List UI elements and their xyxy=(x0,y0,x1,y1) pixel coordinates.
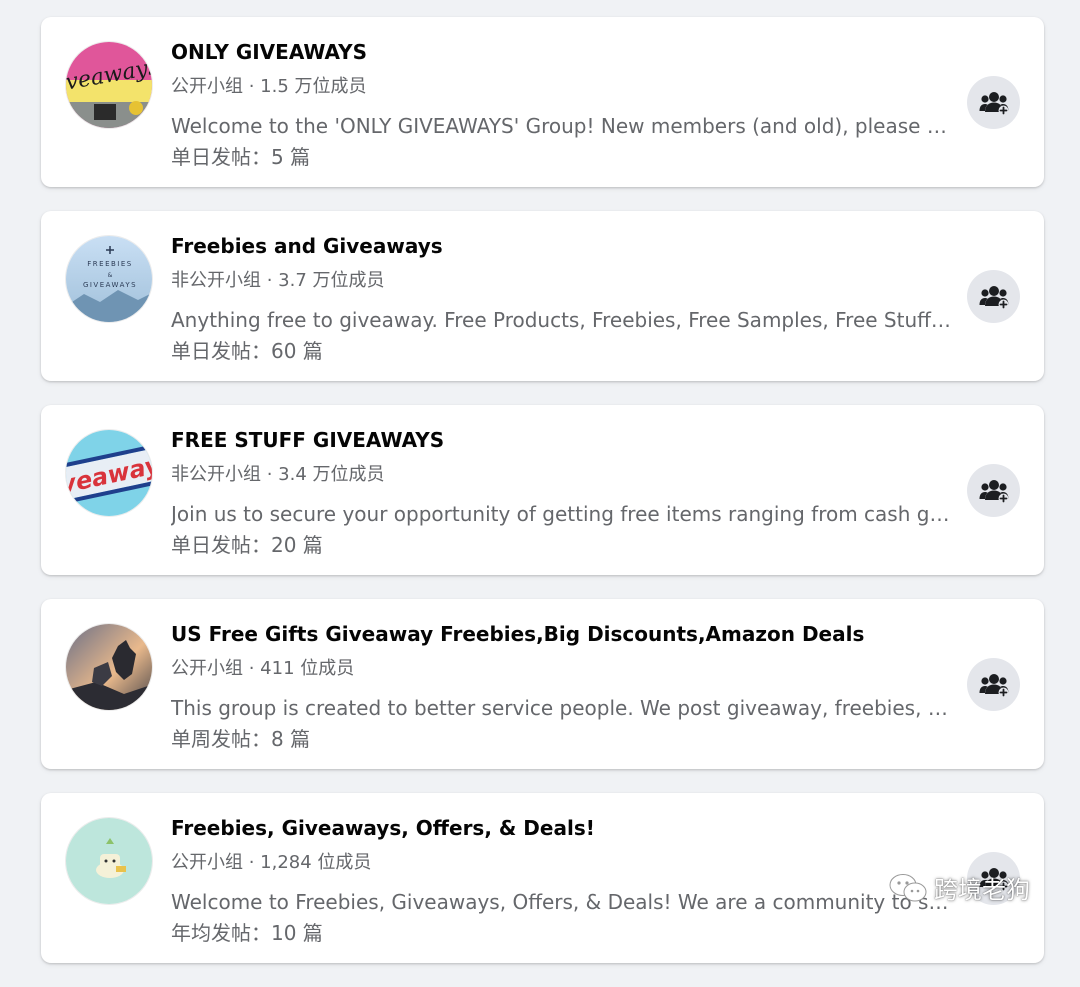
group-card[interactable]: veaway FREE STUFF GIVEAWAYS 非公开小组 · 3.4 … xyxy=(41,405,1044,575)
group-meta: 公开小组 · 411 位成员 xyxy=(171,658,355,679)
join-group-button[interactable] xyxy=(967,76,1020,129)
watermark-text: 跨境老狗 xyxy=(934,876,1030,904)
group-description: Anything free to giveaway. Free Products… xyxy=(171,308,951,332)
group-avatar[interactable] xyxy=(65,817,153,905)
group-name[interactable]: Freebies, Giveaways, Offers, & Deals! xyxy=(171,816,595,840)
group-post-frequency: 单日发帖：5 篇 xyxy=(171,145,311,169)
people-add-icon xyxy=(979,91,1008,115)
join-group-button[interactable] xyxy=(967,658,1020,711)
join-group-button[interactable] xyxy=(967,270,1020,323)
group-post-frequency: 年均发帖：10 篇 xyxy=(171,921,323,945)
group-avatar[interactable]: veaway xyxy=(65,429,153,517)
group-name[interactable]: ONLY GIVEAWAYS xyxy=(171,40,367,64)
group-description: Welcome to the 'ONLY GIVEAWAYS' Group! N… xyxy=(171,114,951,138)
group-avatar[interactable] xyxy=(65,623,153,711)
group-card[interactable]: FREEBIES & GIVEAWAYS Freebies and Giveaw… xyxy=(41,211,1044,381)
svg-text:GIVEAWAYS: GIVEAWAYS xyxy=(83,281,137,289)
group-post-frequency: 单日发帖：20 篇 xyxy=(171,533,323,557)
group-description: Welcome to Freebies, Giveaways, Offers, … xyxy=(171,890,951,914)
group-post-frequency: 单日发帖：60 篇 xyxy=(171,339,323,363)
group-description: This group is created to better service … xyxy=(171,696,951,720)
watermark: 跨境老狗 xyxy=(888,870,1030,905)
join-group-button[interactable] xyxy=(967,464,1020,517)
svg-text:FREEBIES: FREEBIES xyxy=(87,260,132,268)
group-post-frequency: 单周发帖：8 篇 xyxy=(171,727,311,751)
group-name[interactable]: Freebies and Giveaways xyxy=(171,234,443,258)
wechat-icon xyxy=(889,873,927,901)
people-add-icon xyxy=(979,479,1008,503)
group-meta: 非公开小组 · 3.4 万位成员 xyxy=(171,464,385,485)
group-meta: 公开小组 · 1,284 位成员 xyxy=(171,852,372,873)
people-add-icon xyxy=(979,673,1008,697)
group-avatar[interactable]: FREEBIES & GIVEAWAYS xyxy=(65,235,153,323)
group-name[interactable]: US Free Gifts Giveaway Freebies,Big Disc… xyxy=(171,622,864,646)
group-list: iveaways ONLY GIVEAWAYS 公开小组 · 1.5 万位成员 … xyxy=(41,17,1044,987)
group-card[interactable]: iveaways ONLY GIVEAWAYS 公开小组 · 1.5 万位成员 … xyxy=(41,17,1044,187)
group-meta: 公开小组 · 1.5 万位成员 xyxy=(171,76,367,97)
group-description: Join us to secure your opportunity of ge… xyxy=(171,502,951,526)
svg-text:&: & xyxy=(108,272,113,279)
people-add-icon xyxy=(979,285,1008,309)
group-avatar[interactable]: iveaways xyxy=(65,41,153,129)
group-card[interactable]: US Free Gifts Giveaway Freebies,Big Disc… xyxy=(41,599,1044,769)
group-name[interactable]: FREE STUFF GIVEAWAYS xyxy=(171,428,444,452)
group-meta: 非公开小组 · 3.7 万位成员 xyxy=(171,270,385,291)
